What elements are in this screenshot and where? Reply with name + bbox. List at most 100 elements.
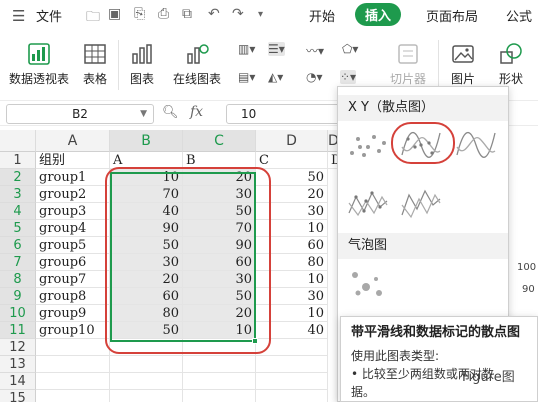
pivot-table-button[interactable]: 数据透视表: [6, 42, 72, 87]
table-button[interactable]: 表格: [78, 42, 112, 87]
column-header[interactable]: D: [256, 130, 328, 152]
row-header[interactable]: 12: [0, 339, 36, 356]
table-cell[interactable]: 90: [183, 237, 256, 254]
online-chart-button[interactable]: 在线图表: [164, 42, 230, 87]
table-cell[interactable]: [110, 373, 183, 390]
shape-button[interactable]: 形状: [490, 42, 532, 87]
table-cell[interactable]: [183, 356, 256, 373]
column-header[interactable]: A: [36, 130, 110, 152]
bar-chart-icon[interactable]: ☰▾: [268, 42, 285, 56]
row-header[interactable]: 14: [0, 373, 36, 390]
column-header[interactable]: B: [110, 130, 183, 152]
row-header[interactable]: 2: [0, 169, 36, 186]
table-cell[interactable]: 50: [110, 237, 183, 254]
table-cell[interactable]: 50: [256, 169, 328, 186]
stock-chart-icon[interactable]: ▤▾: [238, 70, 255, 84]
folder-icon[interactable]: 🗀: [86, 6, 100, 30]
table-cell[interactable]: [183, 373, 256, 390]
table-cell[interactable]: [36, 356, 110, 373]
scatter-straight-markers-option[interactable]: [346, 183, 390, 223]
column-header[interactable]: C: [183, 130, 256, 152]
tab-insert[interactable]: 插入: [355, 3, 402, 26]
table-cell[interactable]: group5: [36, 237, 110, 254]
table-cell[interactable]: 70: [183, 220, 256, 237]
scatter-chart-icon[interactable]: ⁘▾: [340, 70, 357, 84]
row-header[interactable]: 9: [0, 288, 36, 305]
table-cell[interactable]: 50: [183, 203, 256, 220]
table-cell[interactable]: [36, 373, 110, 390]
table-cell[interactable]: 30: [183, 186, 256, 203]
row-header[interactable]: 10: [0, 305, 36, 322]
table-cell[interactable]: 30: [110, 254, 183, 271]
table-cell[interactable]: group1: [36, 169, 110, 186]
row-header[interactable]: 11: [0, 322, 36, 339]
table-cell[interactable]: 20: [256, 186, 328, 203]
radar-chart-icon[interactable]: ⬠▾: [342, 42, 358, 56]
fx-icon[interactable]: fx: [190, 104, 203, 120]
table-cell[interactable]: 70: [110, 186, 183, 203]
table-cell[interactable]: A: [110, 152, 183, 169]
table-cell[interactable]: [256, 373, 328, 390]
row-header[interactable]: 13: [0, 356, 36, 373]
table-cell[interactable]: 10: [256, 305, 328, 322]
table-cell[interactable]: 10: [256, 220, 328, 237]
redo-icon[interactable]: ↷: [232, 6, 244, 22]
table-cell[interactable]: [183, 390, 256, 402]
name-box[interactable]: B2 ▼: [6, 104, 154, 124]
table-cell[interactable]: [36, 390, 110, 402]
file-menu[interactable]: 文件: [36, 6, 62, 25]
table-cell[interactable]: 10: [256, 271, 328, 288]
table-cell[interactable]: [256, 390, 328, 402]
table-cell[interactable]: 30: [256, 288, 328, 305]
table-cell[interactable]: 40: [256, 322, 328, 339]
format-painter-icon[interactable]: ⎘: [134, 6, 145, 22]
table-cell[interactable]: group10: [36, 322, 110, 339]
table-cell[interactable]: [256, 356, 328, 373]
table-cell[interactable]: 80: [256, 254, 328, 271]
table-cell[interactable]: group4: [36, 220, 110, 237]
row-header[interactable]: 1: [0, 152, 36, 169]
table-cell[interactable]: [110, 390, 183, 402]
table-cell[interactable]: group7: [36, 271, 110, 288]
row-header[interactable]: 5: [0, 220, 36, 237]
slicer-button[interactable]: 切片器: [384, 42, 432, 87]
table-cell[interactable]: 10: [110, 169, 183, 186]
undo-icon[interactable]: ↶: [208, 6, 220, 22]
row-header[interactable]: 7: [0, 254, 36, 271]
table-cell[interactable]: 30: [183, 271, 256, 288]
table-cell[interactable]: 90: [110, 220, 183, 237]
table-cell[interactable]: C: [256, 152, 328, 169]
fill-handle[interactable]: [252, 338, 258, 344]
menu-icon[interactable]: ☰: [12, 7, 25, 25]
scatter-smooth-markers-option[interactable]: [399, 125, 443, 165]
table-cell[interactable]: [183, 339, 256, 356]
table-cell[interactable]: 组别: [36, 152, 110, 169]
table-cell[interactable]: group2: [36, 186, 110, 203]
print-preview-icon[interactable]: ⧉: [182, 6, 192, 22]
table-cell[interactable]: group8: [36, 288, 110, 305]
table-cell[interactable]: [110, 339, 183, 356]
save-icon[interactable]: ▣: [108, 6, 121, 22]
table-cell[interactable]: group9: [36, 305, 110, 322]
scatter-smooth-lines-option[interactable]: [454, 125, 498, 165]
scatter-only-markers-option[interactable]: [346, 125, 390, 165]
chevron-down-icon[interactable]: ▼: [140, 105, 147, 123]
table-cell[interactable]: 50: [183, 288, 256, 305]
zoom-icon[interactable]: 🔍︎: [162, 105, 179, 120]
table-cell[interactable]: group6: [36, 254, 110, 271]
table-cell[interactable]: [36, 339, 110, 356]
picture-button[interactable]: 图片: [444, 42, 482, 87]
formula-input[interactable]: 10: [226, 104, 346, 124]
area-chart-icon[interactable]: ◭▾: [268, 70, 283, 84]
table-cell[interactable]: [110, 356, 183, 373]
table-cell[interactable]: 20: [110, 271, 183, 288]
line-chart-icon[interactable]: 〰▾: [306, 42, 324, 59]
table-cell[interactable]: B: [183, 152, 256, 169]
row-header[interactable]: 4: [0, 203, 36, 220]
table-cell[interactable]: [256, 339, 328, 356]
chart-button[interactable]: 图表: [126, 42, 158, 87]
chevron-down-icon[interactable]: ▾: [258, 9, 263, 20]
table-cell[interactable]: 60: [183, 254, 256, 271]
row-header[interactable]: 15: [0, 390, 36, 402]
scatter-straight-lines-option[interactable]: [399, 183, 443, 223]
